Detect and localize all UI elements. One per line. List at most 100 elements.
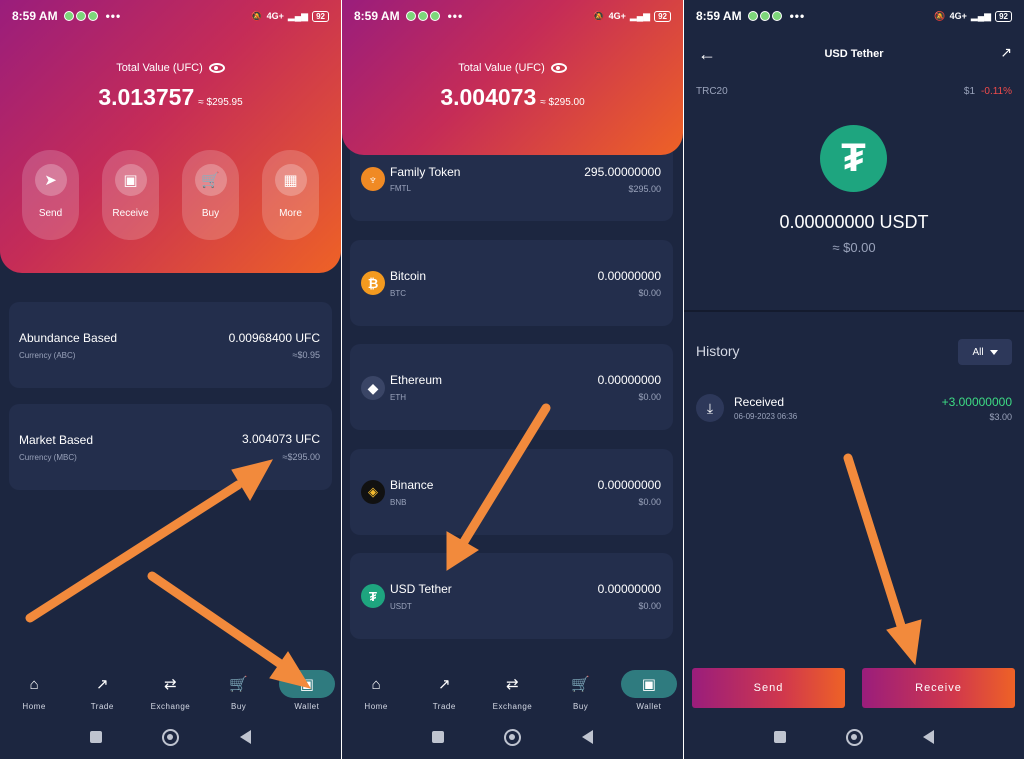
total-label-text: Total Value (UFC)	[116, 62, 203, 74]
nav-label: Home	[22, 702, 46, 711]
eye-icon[interactable]	[550, 63, 567, 73]
status-right: 🔕 4G+ ▂▄▆ 92	[934, 10, 1012, 22]
cart-icon: 🛒	[229, 676, 248, 693]
tether-icon: ₮	[361, 584, 385, 608]
token-symbol: ETH	[390, 393, 406, 402]
nav-exchange[interactable]: ⇄ Exchange	[482, 670, 542, 711]
detail-header: ← USD Tether ↗	[684, 40, 1024, 68]
nav-label: Buy	[231, 702, 247, 711]
notification-icon	[63, 11, 74, 21]
card-fiat: ≈$0.95	[292, 350, 320, 360]
back-icon[interactable]	[581, 730, 593, 744]
total-fiat: ≈ $295.00	[540, 97, 585, 108]
network-label: 4G+	[949, 11, 967, 21]
tether-logo-icon: ₮	[820, 125, 887, 192]
card-title: Abundance Based	[19, 331, 118, 345]
total-label-text: Total Value (UFC)	[458, 62, 545, 74]
nav-label: Exchange	[150, 702, 191, 711]
notification-icon	[405, 11, 416, 21]
wallet-icon: ▣	[114, 164, 147, 196]
transaction-row[interactable]: ⤓ Received 06-09-2023 06:36 +3.00000000 …	[696, 390, 1012, 430]
nav-wallet[interactable]: ▣ Wallet	[619, 670, 679, 711]
home-button-icon[interactable]	[504, 728, 522, 746]
card-subtitle: Currency (MBC)	[19, 453, 77, 462]
transaction-amount: +3.00000000	[941, 395, 1012, 409]
history-filter-dropdown[interactable]: All	[958, 339, 1012, 365]
status-bar: 8:59 AM ••• 🔕 4G+ ▂▄▆ 92	[342, 0, 683, 32]
token-price: $1	[963, 86, 976, 97]
chevron-down-icon	[989, 349, 998, 355]
more-notifications: •••	[789, 9, 806, 23]
transaction-type: Received	[734, 395, 785, 409]
nav-trade[interactable]: ↗ Trade	[72, 670, 132, 711]
token-card-bnb[interactable]: ◈ Binance BNB 0.00000000 $0.00	[350, 449, 673, 535]
receive-button[interactable]: Receive	[862, 668, 1015, 708]
nav-trade[interactable]: ↗ Trade	[414, 670, 474, 711]
nav-label: Trade	[432, 702, 456, 711]
token-symbol: BNB	[390, 498, 407, 507]
divider	[684, 310, 1024, 312]
total-value: 3.013757 ≈ $295.95	[0, 84, 341, 111]
notification-icon	[759, 11, 770, 21]
buy-action-button[interactable]: 🛒 Buy	[182, 150, 239, 240]
chart-icon[interactable]: ↗	[1000, 44, 1012, 61]
recents-icon[interactable]	[432, 731, 445, 743]
token-amount: 0.00000000	[597, 373, 661, 387]
back-arrow-icon[interactable]: ←	[698, 44, 716, 65]
token-detail-screen: 8:59 AM ••• 🔕 4G+ ▂▄▆ 92 ← USD Tether ↗ …	[684, 0, 1024, 759]
recents-icon[interactable]	[90, 731, 103, 743]
token-name: Binance	[390, 478, 434, 492]
nav-exchange[interactable]: ⇄ Exchange	[140, 670, 200, 711]
mute-icon: 🔕	[251, 10, 263, 21]
transaction-fiat: $3.00	[989, 412, 1012, 422]
receive-action-button[interactable]: ▣ Receive	[102, 150, 159, 240]
token-symbol: USDT	[390, 602, 412, 611]
back-icon[interactable]	[923, 730, 934, 744]
home-button-icon[interactable]	[846, 728, 863, 746]
nav-buy[interactable]: 🛒 Buy	[209, 670, 269, 711]
eye-icon[interactable]	[208, 63, 225, 73]
total-fiat: ≈ $295.95	[198, 97, 243, 108]
total-amount: 3.013757	[98, 84, 195, 110]
send-button[interactable]: Send	[692, 668, 845, 708]
history-heading: History	[696, 343, 740, 359]
notification-icon	[417, 11, 428, 21]
send-action-button[interactable]: ➤ Send	[22, 150, 79, 240]
notification-icon	[429, 11, 440, 21]
status-right: 🔕 4G+ ▂▄▆ 92	[593, 10, 671, 22]
bottom-nav: ⌂ Home ↗ Trade ⇄ Exchange 🛒 Buy ▣ Wallet	[342, 670, 683, 714]
nav-label: Buy	[573, 702, 589, 711]
battery-icon: 92	[995, 10, 1012, 22]
recents-icon[interactable]	[774, 731, 786, 743]
filter-value: All	[972, 346, 984, 358]
nav-buy[interactable]: 🛒 Buy	[551, 670, 611, 711]
token-name: Family Token	[390, 165, 461, 179]
signal-icon: ▂▄▆	[970, 10, 992, 21]
token-card-eth[interactable]: ◆ Ethereum ETH 0.00000000 $0.00	[350, 344, 673, 430]
nav-home[interactable]: ⌂ Home	[4, 670, 64, 712]
wallet-icon: ▣	[278, 670, 335, 698]
status-time: 8:59 AM	[696, 9, 742, 23]
token-balance: 0.00000000 USDT	[779, 212, 929, 232]
status-bar: 8:59 AM ••• 🔕 4G+ ▂▄▆ 92	[0, 0, 341, 32]
home-button-icon[interactable]	[162, 728, 180, 746]
home-icon: ⌂	[371, 675, 381, 693]
nav-wallet[interactable]: ▣ Wallet	[277, 670, 337, 711]
bottom-nav: ⌂ Home ↗ Trade ⇄ Exchange 🛒 Buy ▣ Wallet	[0, 670, 341, 714]
cart-icon: 🛒	[571, 676, 590, 693]
nav-label: Wallet	[636, 702, 662, 711]
token-card-btc[interactable]: ₿ Bitcoin BTC 0.00000000 $0.00	[350, 240, 673, 326]
mute-icon: 🔕	[934, 10, 946, 21]
back-icon[interactable]	[239, 730, 251, 744]
currency-card-mbc[interactable]: Market Based Currency (MBC) 3.004073 UFC…	[9, 404, 332, 490]
nav-home[interactable]: ⌂ Home	[346, 670, 406, 712]
battery-icon: 92	[654, 10, 671, 22]
currency-card-abc[interactable]: Abundance Based Currency (ABC) 0.0096840…	[9, 302, 332, 388]
card-amount: 3.004073 UFC	[241, 432, 320, 446]
action-row: ➤ Send ▣ Receive 🛒 Buy ▦ More	[22, 150, 319, 240]
card-subtitle: Currency (ABC)	[19, 351, 76, 360]
cart-icon: 🛒	[194, 164, 227, 196]
more-action-button[interactable]: ▦ More	[262, 150, 319, 240]
token-card-usdt[interactable]: ₮ USD Tether USDT 0.00000000 $0.00	[350, 553, 673, 639]
status-right: 🔕 4G+ ▂▄▆ 92	[251, 10, 329, 22]
